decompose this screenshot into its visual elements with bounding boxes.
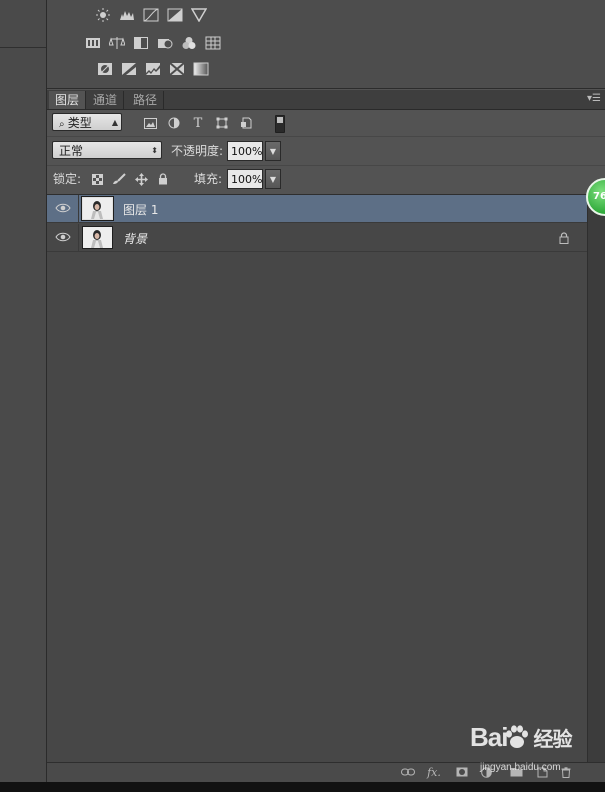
divider <box>0 47 46 48</box>
status-bar <box>0 782 605 792</box>
layers-scrollbar[interactable] <box>587 195 605 781</box>
tab-layers[interactable]: 图层 <box>49 91 87 109</box>
visibility-eye-icon[interactable] <box>55 202 71 214</box>
opacity-input[interactable]: 100% <box>227 141 263 161</box>
color-lookup-icon[interactable] <box>205 36 221 50</box>
fill-dropdown-button[interactable]: ▼ <box>265 169 281 189</box>
brightness-contrast-icon[interactable] <box>95 8 111 22</box>
left-tool-strip <box>0 0 47 782</box>
image-filter-icon[interactable] <box>143 116 157 130</box>
lock-row <box>47 166 605 195</box>
layer-row-layer1[interactable]: 图层 1 <box>47 195 587 223</box>
layer-thumbnail[interactable] <box>82 226 113 249</box>
panels-area: 图层 通道 路径 ▾☰ ⌕ 类型 ▲ T 正常 ⬍ 不透明度: 100% ▼ 锁… <box>47 0 605 783</box>
mask-icon[interactable] <box>455 766 469 778</box>
updown-arrow-icon: ▲ <box>111 118 118 127</box>
watermark: Bai 经验 jingyan.baidu.com <box>470 722 605 782</box>
watermark-brand: Bai 经验 <box>470 722 572 753</box>
blend-mode-select[interactable]: 正常 ⬍ <box>52 141 162 159</box>
layer-row-background[interactable]: 背景 <box>47 224 587 252</box>
lock-pixels-brush-icon[interactable] <box>112 172 126 186</box>
updown-arrow-icon: ⬍ <box>151 146 158 155</box>
lock-transparency-icon[interactable] <box>90 172 104 186</box>
layer-name[interactable]: 图层 1 <box>123 201 158 218</box>
layers-list: 图层 1 背景 <box>47 195 587 781</box>
fx-icon[interactable]: fx. <box>427 766 441 779</box>
lock-position-move-icon[interactable] <box>134 172 148 186</box>
watermark-brand-suffix: 经验 <box>533 729 572 751</box>
layer-thumbnail[interactable] <box>81 196 114 221</box>
lock-all-icon[interactable] <box>156 172 170 186</box>
fill-label: 填充: <box>194 172 223 186</box>
layer-name[interactable]: 背景 <box>123 230 147 247</box>
tab-paths[interactable]: 路径 <box>127 91 165 109</box>
type-filter-icon[interactable]: T <box>191 116 205 131</box>
panel-menu-icon[interactable]: ▾☰ <box>587 93 601 104</box>
layer-filter-row <box>47 110 605 137</box>
divider <box>78 195 79 223</box>
color-balance-icon[interactable] <box>109 36 125 50</box>
adjustments-panel <box>47 0 605 89</box>
adjustment-filter-icon[interactable] <box>167 116 181 130</box>
opacity-dropdown-button[interactable]: ▼ <box>265 141 281 161</box>
blend-mode-value: 正常 <box>59 144 84 158</box>
threshold-icon[interactable] <box>145 62 161 76</box>
filter-kind-select[interactable]: ⌕ 类型 ▲ <box>52 113 122 131</box>
tab-channels[interactable]: 通道 <box>87 91 125 109</box>
photo-filter-icon[interactable] <box>157 36 173 50</box>
channel-mixer-icon[interactable] <box>181 36 197 50</box>
posterize-icon[interactable] <box>121 62 137 76</box>
divider <box>78 224 79 252</box>
opacity-label: 不透明度: <box>171 144 224 158</box>
search-icon: ⌕ <box>59 119 68 130</box>
invert-icon[interactable] <box>97 62 113 76</box>
visibility-eye-icon[interactable] <box>55 231 71 243</box>
exposure-icon[interactable] <box>167 8 183 22</box>
link-icon[interactable] <box>401 766 415 778</box>
gradient-map-icon[interactable] <box>193 62 209 76</box>
selective-color-icon[interactable] <box>169 62 185 76</box>
vibrance-icon[interactable] <box>191 8 207 22</box>
layer-lock-icon <box>559 232 569 244</box>
filter-kind-label: 类型 <box>67 116 92 130</box>
black-white-icon[interactable] <box>133 36 149 50</box>
fill-input[interactable]: 100% <box>227 169 263 189</box>
smart-object-filter-icon[interactable] <box>239 116 253 130</box>
levels-icon[interactable] <box>119 8 135 22</box>
shape-filter-icon[interactable] <box>215 116 229 130</box>
layers-panel-tabs: 图层 通道 路径 ▾☰ <box>47 90 605 110</box>
watermark-brand-text: Bai <box>470 722 508 752</box>
filter-toggle[interactable] <box>275 115 285 133</box>
watermark-url: jingyan.baidu.com <box>480 762 561 773</box>
lock-label: 锁定: <box>53 172 82 186</box>
curves-icon[interactable] <box>143 8 159 22</box>
hue-saturation-icon[interactable] <box>85 36 101 50</box>
